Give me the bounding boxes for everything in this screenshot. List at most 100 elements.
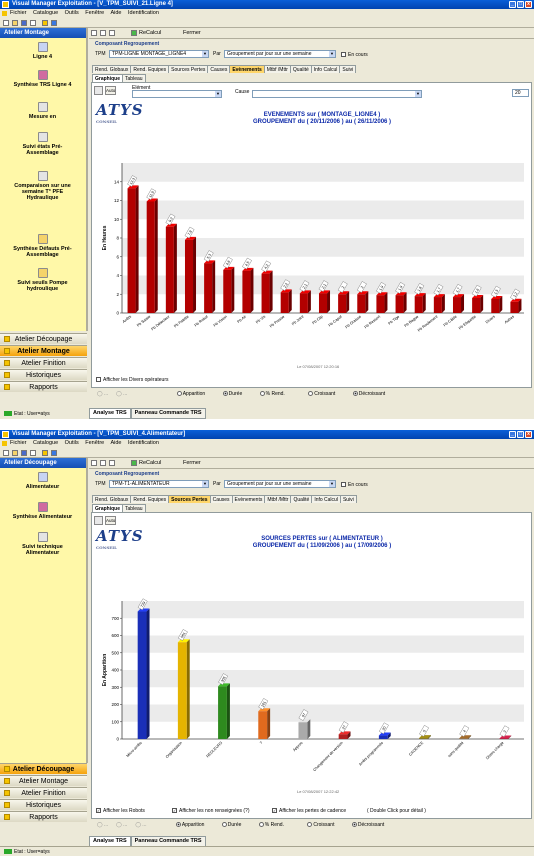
close-button[interactable]: x bbox=[525, 1, 532, 8]
maximize-button[interactable]: □ bbox=[517, 1, 524, 8]
tab-tableau[interactable]: Tableau bbox=[122, 504, 146, 512]
nav-atelier-decoupage[interactable]: Atelier Découpage bbox=[0, 763, 87, 774]
sidebar-item-synthese-defauts[interactable]: Synthèse Défauts Pré-Assemblage bbox=[0, 234, 85, 258]
count-stepper[interactable]: 20 bbox=[512, 89, 529, 97]
new-icon[interactable] bbox=[3, 20, 9, 26]
menu-aide[interactable]: Aide bbox=[110, 440, 121, 446]
tab-causes[interactable]: Causes bbox=[209, 495, 233, 503]
menu-aide[interactable]: Aide bbox=[110, 10, 121, 16]
radio-apparition[interactable]: Apparition bbox=[175, 822, 213, 828]
menu-fenetre[interactable]: Fenêtre bbox=[85, 10, 104, 16]
doc-icon[interactable] bbox=[91, 30, 97, 36]
menu-catalogue[interactable]: Catalogue bbox=[33, 10, 58, 16]
print-icon[interactable] bbox=[30, 20, 36, 26]
minimize-button[interactable]: _ bbox=[509, 1, 516, 8]
tpm-select[interactable]: TPM-T1-ALIMENTATEUR ▼ bbox=[109, 480, 209, 488]
print-icon[interactable] bbox=[30, 450, 36, 456]
divers-checkbox[interactable]: Afficher les Divers opérateurs bbox=[96, 377, 169, 383]
sidebar-item-ligne4[interactable]: Ligne 4 bbox=[0, 42, 85, 60]
maximize-button[interactable]: □ bbox=[517, 431, 524, 438]
help-icon[interactable] bbox=[51, 450, 57, 456]
tab-ev-nements[interactable]: Evènements bbox=[231, 495, 266, 503]
menu-fichier[interactable]: Fichier bbox=[10, 440, 27, 446]
sidebar-item-mesure[interactable]: Mesure en bbox=[0, 102, 85, 120]
menu-identification[interactable]: Identification bbox=[128, 440, 159, 446]
radio-decroissant[interactable]: Décroissant bbox=[351, 822, 392, 828]
recalc-button[interactable]: ReCalcul bbox=[139, 460, 161, 466]
tab-sources-pertes[interactable]: Sources Pertes bbox=[168, 495, 211, 503]
nav-atelier-finition[interactable]: Atelier Finition bbox=[0, 787, 87, 798]
print-icon[interactable] bbox=[100, 460, 106, 466]
cause-select[interactable]: ▼ bbox=[252, 90, 422, 98]
nav-historiques[interactable]: Historiques bbox=[0, 369, 87, 380]
radio-decroissant[interactable]: Décroissant bbox=[352, 391, 393, 397]
toggle-view-button[interactable] bbox=[94, 516, 103, 525]
fermer-button[interactable]: Fermer bbox=[183, 460, 201, 466]
menu-outils[interactable]: Outils bbox=[65, 440, 79, 446]
tpm-select[interactable]: TPM-LIGNE MONTAGE_LIGNE4 ▼ bbox=[109, 50, 209, 58]
tab-rend-equipes[interactable]: Rend. Equipes bbox=[130, 495, 170, 503]
print-icon[interactable] bbox=[100, 30, 106, 36]
chart-evenements[interactable]: 02468101214En Heures13.3Arrêts11.9Pb Sai… bbox=[92, 131, 533, 371]
recalc-icon[interactable] bbox=[131, 460, 137, 466]
recalc-icon[interactable] bbox=[131, 30, 137, 36]
help-icon[interactable] bbox=[51, 20, 57, 26]
tab-graphique[interactable]: Graphique bbox=[92, 74, 124, 82]
robots-checkbox[interactable]: ✓ Afficher les Robots bbox=[96, 808, 145, 814]
tab-sources-pertes[interactable]: Sources Pertes bbox=[168, 65, 209, 73]
auto-button[interactable]: Auto bbox=[105, 516, 116, 525]
tab-ev-nements[interactable]: Evènements bbox=[229, 65, 265, 73]
tab-panneau-commande[interactable]: Panneau Commande TRS bbox=[130, 408, 206, 419]
nav-historiques[interactable]: Historiques bbox=[0, 799, 87, 810]
tab-causes[interactable]: Causes bbox=[207, 65, 231, 73]
nav-rapports[interactable]: Rapports bbox=[0, 811, 87, 822]
tab-suivi[interactable]: Suivi bbox=[339, 495, 357, 503]
recalc-button[interactable]: ReCalcul bbox=[139, 30, 161, 36]
tab-info-calcul[interactable]: Info Calcul bbox=[310, 65, 341, 73]
tab-rend-globaux[interactable]: Rend. Globaux bbox=[92, 65, 132, 73]
sidebar-item-suivi-technique[interactable]: Suivi technique Alimentateur bbox=[0, 532, 85, 556]
sidebar-item-alimentateur[interactable]: Alimentateur bbox=[0, 472, 85, 490]
radio-rend[interactable]: % Rend. bbox=[259, 391, 293, 397]
radio-apparition[interactable]: Apparition bbox=[176, 391, 214, 397]
minimize-button[interactable]: _ bbox=[509, 431, 516, 438]
nav-atelier-finition[interactable]: Atelier Finition bbox=[0, 357, 87, 368]
en-cours-checkbox[interactable]: En cours bbox=[341, 482, 368, 488]
nav-rapports[interactable]: Rapports bbox=[0, 381, 87, 392]
sidebar-item-synthese-trs[interactable]: Synthèse TRS Ligne 4 bbox=[0, 70, 85, 88]
key-icon[interactable] bbox=[42, 20, 48, 26]
radio-duree[interactable]: Durée bbox=[222, 391, 251, 397]
par-select[interactable]: Groupement par jour sur une semaine ▼ bbox=[224, 480, 336, 488]
radio-croissant[interactable]: Croissant bbox=[308, 391, 343, 397]
tab-qualit[interactable]: Qualité bbox=[289, 65, 312, 73]
export-icon[interactable] bbox=[109, 460, 115, 466]
tab-tableau[interactable]: Tableau bbox=[122, 74, 146, 82]
non-renseignees-checkbox[interactable]: ✓ Afficher les non renseignées (?) bbox=[172, 808, 250, 814]
par-select[interactable]: Groupement par jour sur une semaine ▼ bbox=[224, 50, 336, 58]
sidebar-item-suivi-etats[interactable]: Suivi états Pré-Assemblage bbox=[0, 132, 85, 156]
radio-croissant[interactable]: Croissant bbox=[307, 822, 342, 828]
radio-rend[interactable]: % Rend. bbox=[258, 822, 292, 828]
chart-sources-pertes[interactable]: 0100200300400500600700En Apparition739Mi… bbox=[92, 553, 533, 793]
key-icon[interactable] bbox=[42, 450, 48, 456]
tab-mtbf-mttr[interactable]: Mtbf /Mttr bbox=[264, 495, 292, 503]
tab-rend-equipes[interactable]: Rend. Equipes bbox=[130, 65, 170, 73]
sidebar-item-synthese[interactable]: Synthèse Alimentateur bbox=[0, 502, 85, 520]
doc-icon[interactable] bbox=[91, 460, 97, 466]
auto-button[interactable]: Auto bbox=[105, 86, 116, 95]
fermer-button[interactable]: Fermer bbox=[183, 30, 201, 36]
open-icon[interactable] bbox=[12, 450, 18, 456]
save-icon[interactable] bbox=[21, 20, 27, 26]
tab-mtbf-mttr[interactable]: Mtbf /Mttr bbox=[263, 65, 291, 73]
new-icon[interactable] bbox=[3, 450, 9, 456]
nav-atelier-montage[interactable]: Atelier Montage bbox=[0, 345, 87, 356]
sidebar-item-comparaison[interactable]: Comparaison sur une semaine T° PFE Hydra… bbox=[0, 171, 85, 201]
element-select[interactable]: ▼ bbox=[132, 90, 222, 98]
tab-qualit[interactable]: Qualité bbox=[290, 495, 313, 503]
menu-outils[interactable]: Outils bbox=[65, 10, 79, 16]
menu-fichier[interactable]: Fichier bbox=[10, 10, 27, 16]
tab-info-calcul[interactable]: Info Calcul bbox=[311, 495, 341, 503]
tab-suivi[interactable]: Suivi bbox=[339, 65, 357, 73]
menu-catalogue[interactable]: Catalogue bbox=[33, 440, 58, 446]
pertes-cadence-checkbox[interactable]: ✓ Afficher les pertes de cadence bbox=[272, 808, 346, 814]
